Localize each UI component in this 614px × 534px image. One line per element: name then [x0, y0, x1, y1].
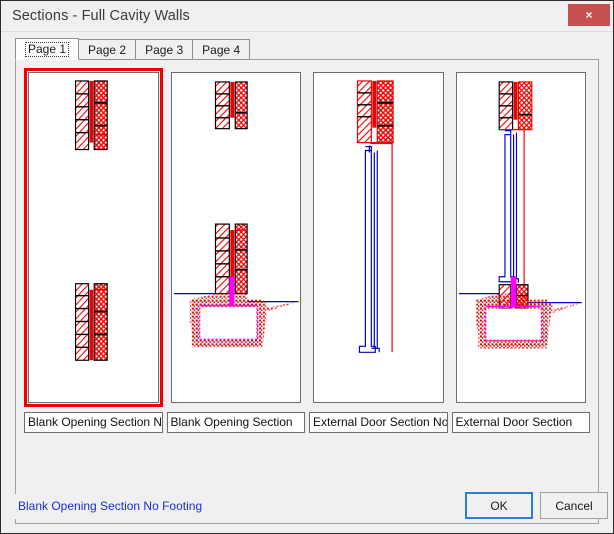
drawing-external-door-no-footing [356, 80, 394, 353]
door-frame [498, 130, 519, 283]
section-drawing-1[interactable] [28, 72, 159, 403]
section-panel-3[interactable] [309, 68, 448, 407]
tab-page-4[interactable]: Page 4 [192, 39, 251, 60]
tab-page-body: Blank Opening Section No I Blank Opening… [15, 59, 599, 524]
status-text: Blank Opening Section No Footing [15, 494, 455, 519]
drawing-blank-opening-with-footing [173, 81, 299, 348]
sections-dialog: Sections - Full Cavity Walls × Page 1 Pa… [0, 0, 614, 534]
window-title: Sections - Full Cavity Walls [12, 8, 190, 24]
tab-page-1-label: Page 1 [25, 41, 70, 57]
section-name-row: Blank Opening Section No I Blank Opening… [24, 412, 590, 433]
cancel-button[interactable]: Cancel [540, 492, 608, 519]
section-panel-4[interactable] [452, 68, 591, 407]
dialog-client-area: Page 1 Page 2 Page 3 Page 4 Blank Openin… [1, 31, 613, 533]
tab-page-3[interactable]: Page 3 [135, 39, 194, 60]
ok-button[interactable]: OK [465, 492, 533, 519]
section-drawing-4[interactable] [455, 72, 586, 403]
section-name-input-4[interactable]: External Door Section [451, 412, 590, 433]
section-name-input-3[interactable]: External Door Section No F [309, 412, 448, 433]
tab-page-3-label: Page 3 [145, 42, 184, 57]
section-preview-row [24, 68, 590, 407]
ok-button-label: OK [490, 498, 508, 513]
section-name-input-2[interactable]: Blank Opening Section [166, 412, 305, 433]
close-button[interactable]: × [568, 4, 610, 26]
drawing-blank-opening-no-footing [74, 80, 108, 361]
wall-head [498, 81, 532, 131]
section-drawing-2[interactable] [170, 72, 301, 403]
door-frame [358, 145, 380, 353]
drawing-external-door-with-footing [458, 81, 582, 349]
section-panel-2[interactable] [167, 68, 306, 407]
section-name-input-1[interactable]: Blank Opening Section No I [24, 412, 163, 433]
section-panel-1[interactable] [24, 68, 163, 407]
wall-upper [74, 80, 108, 151]
section-drawing-3[interactable] [313, 72, 444, 403]
wall-head [356, 80, 394, 144]
close-icon: × [585, 8, 593, 22]
wall-lower [74, 283, 108, 361]
tab-page-1[interactable]: Page 1 [15, 38, 80, 60]
tab-strip: Page 1 Page 2 Page 3 Page 4 [15, 38, 251, 60]
wall-upper [214, 81, 248, 130]
dialog-footer: Blank Opening Section No Footing OK Canc… [1, 481, 613, 533]
tab-page-2[interactable]: Page 2 [78, 39, 137, 60]
tab-page-2-label: Page 2 [88, 42, 127, 57]
cancel-button-label: Cancel [555, 498, 593, 513]
title-bar: Sections - Full Cavity Walls × [1, 1, 613, 31]
tab-page-4-label: Page 4 [202, 42, 241, 57]
